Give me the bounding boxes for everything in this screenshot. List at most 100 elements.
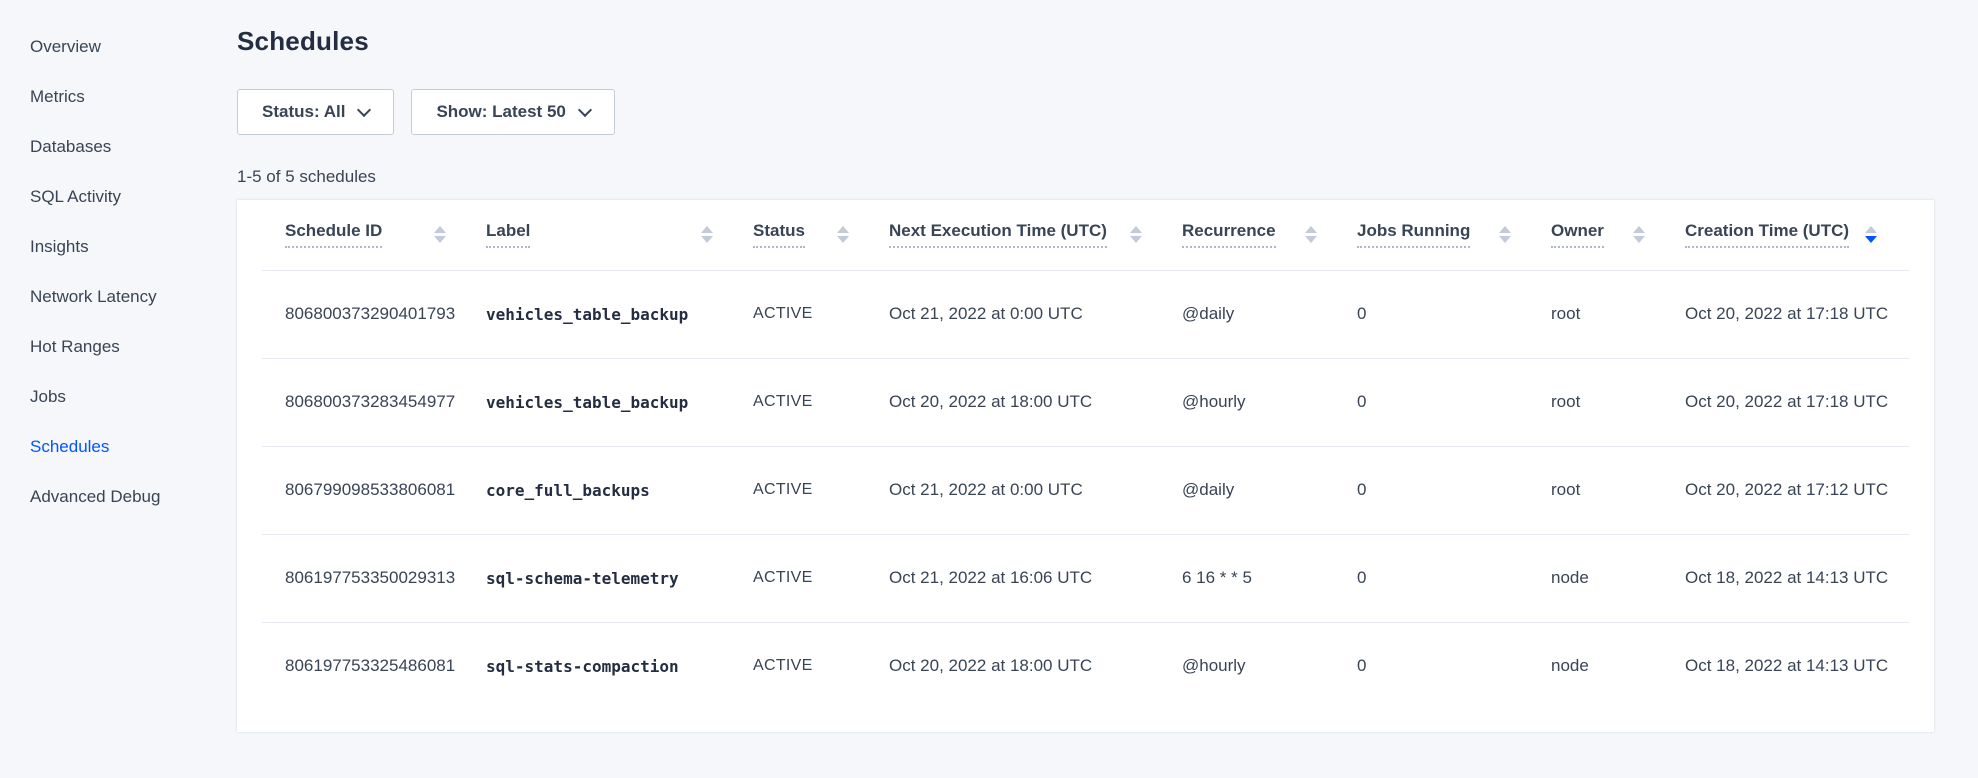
sort-desc-icon <box>1633 236 1645 243</box>
cell-recurrence: @hourly <box>1182 358 1357 446</box>
filters-bar: Status: All Show: Latest 50 <box>237 89 1978 135</box>
column-header-status[interactable]: Status <box>753 200 889 270</box>
sort-arrows-icon[interactable] <box>1130 226 1142 243</box>
cell-created: Oct 20, 2022 at 17:18 UTC <box>1685 358 1909 446</box>
cell-id: 806197753325486081 <box>262 622 486 710</box>
cell-status: ACTIVE <box>753 534 889 622</box>
cell-id: 806799098533806081 <box>262 446 486 534</box>
chevron-down-icon <box>357 102 371 116</box>
column-header-label: Schedule ID <box>285 221 382 248</box>
cell-owner: root <box>1551 446 1685 534</box>
cell-id: 806800373283454977 <box>262 358 486 446</box>
column-header-label: Label <box>486 221 530 248</box>
column-header-label: Next Execution Time (UTC) <box>889 221 1107 248</box>
cell-owner: node <box>1551 534 1685 622</box>
sort-desc-icon <box>1130 236 1142 243</box>
cell-label: vehicles_table_backup <box>486 358 753 446</box>
cell-created: Oct 18, 2022 at 14:13 UTC <box>1685 622 1909 710</box>
sidebar-item-metrics[interactable]: Metrics <box>0 72 237 122</box>
sidebar-item-jobs[interactable]: Jobs <box>0 372 237 422</box>
column-header-owner[interactable]: Owner <box>1551 200 1685 270</box>
cell-next_exec: Oct 21, 2022 at 16:06 UTC <box>889 534 1182 622</box>
cell-status: ACTIVE <box>753 358 889 446</box>
results-count: 1-5 of 5 schedules <box>237 167 1978 187</box>
sort-arrows-icon[interactable] <box>434 226 446 243</box>
sort-asc-icon <box>1865 226 1877 233</box>
cell-owner: root <box>1551 270 1685 358</box>
cell-jobs: 0 <box>1357 270 1551 358</box>
show-filter-dropdown[interactable]: Show: Latest 50 <box>411 89 614 135</box>
cell-status: ACTIVE <box>753 270 889 358</box>
column-header-recurrence[interactable]: Recurrence <box>1182 200 1357 270</box>
cell-jobs: 0 <box>1357 446 1551 534</box>
sidebar-nav: OverviewMetricsDatabasesSQL ActivityInsi… <box>0 0 237 778</box>
sort-arrows-icon[interactable] <box>837 226 849 243</box>
main-content: Schedules Status: All Show: Latest 50 1-… <box>237 0 1978 778</box>
cell-jobs: 0 <box>1357 358 1551 446</box>
sort-desc-icon <box>1865 236 1877 243</box>
status-filter-dropdown[interactable]: Status: All <box>237 89 394 135</box>
cell-id: 806800373290401793 <box>262 270 486 358</box>
page-title: Schedules <box>237 26 1978 57</box>
column-header-jobs-running[interactable]: Jobs Running <box>1357 200 1551 270</box>
sort-desc-icon <box>837 236 849 243</box>
cell-jobs: 0 <box>1357 534 1551 622</box>
sort-asc-icon <box>1633 226 1645 233</box>
sidebar-item-network-latency[interactable]: Network Latency <box>0 272 237 322</box>
chevron-down-icon <box>578 102 592 116</box>
column-header-label[interactable]: Label <box>486 200 753 270</box>
table-header: Schedule ID Label Status Next Execution Tim… <box>262 200 1909 270</box>
cell-next_exec: Oct 21, 2022 at 0:00 UTC <box>889 446 1182 534</box>
sidebar-item-sql-activity[interactable]: SQL Activity <box>0 172 237 222</box>
cell-label: core_full_backups <box>486 446 753 534</box>
cell-label: sql-stats-compaction <box>486 622 753 710</box>
show-filter-label: Show: Latest 50 <box>436 102 565 122</box>
cell-label: vehicles_table_backup <box>486 270 753 358</box>
table-row: 806800373283454977vehicles_table_backupA… <box>262 358 1909 446</box>
sort-asc-icon <box>1499 226 1511 233</box>
column-header-schedule-id[interactable]: Schedule ID <box>262 200 486 270</box>
cell-next_exec: Oct 20, 2022 at 18:00 UTC <box>889 358 1182 446</box>
sidebar-item-advanced-debug[interactable]: Advanced Debug <box>0 472 237 522</box>
column-header-label: Status <box>753 221 805 248</box>
column-header-label: Recurrence <box>1182 221 1276 248</box>
table-row: 806197753350029313sql-schema-telemetryAC… <box>262 534 1909 622</box>
cell-owner: root <box>1551 358 1685 446</box>
cell-jobs: 0 <box>1357 622 1551 710</box>
table-row: 806800373290401793vehicles_table_backupA… <box>262 270 1909 358</box>
sort-arrows-icon[interactable] <box>701 226 713 243</box>
table-row: 806799098533806081core_full_backupsACTIV… <box>262 446 1909 534</box>
sort-arrows-icon[interactable] <box>1633 226 1645 243</box>
sort-desc-icon <box>1305 236 1317 243</box>
sort-arrows-icon[interactable] <box>1499 226 1511 243</box>
cell-created: Oct 20, 2022 at 17:12 UTC <box>1685 446 1909 534</box>
column-header-label: Owner <box>1551 221 1604 248</box>
cell-status: ACTIVE <box>753 446 889 534</box>
cell-recurrence: @hourly <box>1182 622 1357 710</box>
schedules-table-card: Schedule ID Label Status Next Execution Tim… <box>237 200 1934 732</box>
sort-asc-icon <box>701 226 713 233</box>
sort-asc-icon <box>837 226 849 233</box>
status-filter-label: Status: All <box>262 102 345 122</box>
cell-status: ACTIVE <box>753 622 889 710</box>
column-header-creation-time-utc[interactable]: Creation Time (UTC) <box>1685 200 1909 270</box>
sidebar-item-hot-ranges[interactable]: Hot Ranges <box>0 322 237 372</box>
sort-asc-icon <box>1130 226 1142 233</box>
sidebar-item-schedules[interactable]: Schedules <box>0 422 237 472</box>
cell-recurrence: 6 16 * * 5 <box>1182 534 1357 622</box>
schedules-table: Schedule ID Label Status Next Execution Tim… <box>262 200 1909 710</box>
sidebar-item-databases[interactable]: Databases <box>0 122 237 172</box>
cell-label: sql-schema-telemetry <box>486 534 753 622</box>
sort-desc-icon <box>434 236 446 243</box>
sort-asc-icon <box>434 226 446 233</box>
sort-arrows-icon[interactable] <box>1305 226 1317 243</box>
sidebar-item-insights[interactable]: Insights <box>0 222 237 272</box>
cell-id: 806197753350029313 <box>262 534 486 622</box>
column-header-next-execution-time-utc[interactable]: Next Execution Time (UTC) <box>889 200 1182 270</box>
cell-created: Oct 18, 2022 at 14:13 UTC <box>1685 534 1909 622</box>
sidebar-item-overview[interactable]: Overview <box>0 22 237 72</box>
cell-owner: node <box>1551 622 1685 710</box>
sort-desc-icon <box>1499 236 1511 243</box>
sort-arrows-icon[interactable] <box>1865 226 1877 243</box>
cell-next_exec: Oct 20, 2022 at 18:00 UTC <box>889 622 1182 710</box>
